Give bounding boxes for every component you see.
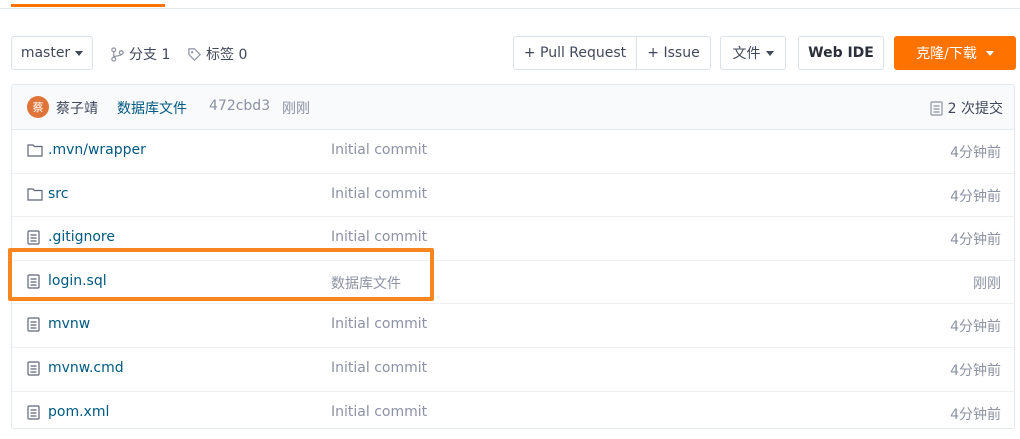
pull-request-label: + Pull Request	[523, 45, 627, 61]
file-icon	[27, 361, 40, 376]
file-time: 4分钟前	[950, 145, 1001, 161]
chevron-down-icon	[985, 50, 994, 56]
file-name[interactable]: mvnw.cmd	[48, 360, 124, 376]
file-commit-message[interactable]: 数据库文件	[331, 273, 401, 293]
pull-request-button[interactable]: + Pull Request	[513, 36, 637, 70]
file-commit-message[interactable]: Initial commit	[331, 229, 427, 245]
chevron-down-icon	[75, 50, 84, 56]
chevron-down-icon	[765, 50, 774, 56]
branch-icon	[111, 46, 124, 62]
branch-select[interactable]: master	[11, 36, 93, 70]
active-tab-indicator	[11, 4, 165, 7]
file-row-mvn-wrapper[interactable]: .mvn/wrapper Initial commit 4分钟前	[12, 130, 1014, 174]
file-commit-message[interactable]: Initial commit	[331, 186, 427, 202]
file-name[interactable]: .gitignore	[48, 229, 115, 245]
latest-commit-bar: 蔡 蔡子靖 数据库文件 472cbd3 刚刚 2 次提交	[12, 85, 1014, 130]
files-dropdown-label: 文件	[732, 46, 761, 62]
issue-button[interactable]: + Issue	[636, 36, 711, 70]
branch-select-label: master	[20, 45, 71, 61]
file-commit-message[interactable]: Initial commit	[331, 360, 427, 376]
file-row-src[interactable]: src Initial commit 4分钟前	[12, 174, 1014, 218]
file-icon	[27, 404, 40, 420]
clone-download-label: 克隆/下载	[916, 46, 977, 62]
file-time: 4分钟前	[950, 232, 1001, 249]
commit-author[interactable]: 蔡子靖	[56, 98, 98, 118]
file-icon	[27, 230, 40, 245]
commit-message[interactable]: 数据库文件	[117, 98, 187, 118]
tag-icon	[188, 47, 201, 61]
file-icon	[27, 274, 40, 289]
branches-link[interactable]: 分支 1	[110, 44, 170, 64]
file-name[interactable]: src	[48, 186, 68, 202]
web-ide-label: Web IDE	[808, 45, 874, 61]
file-commit-message[interactable]: Initial commit	[331, 404, 427, 420]
files-dropdown[interactable]: 文件	[720, 36, 786, 70]
tags-label: 标签 0	[206, 47, 248, 63]
file-row-gitignore[interactable]: .gitignore Initial commit 4分钟前	[12, 217, 1014, 261]
file-row-login-sql[interactable]: login.sql 数据库文件 刚刚	[12, 261, 1014, 305]
web-ide-button[interactable]: Web IDE	[798, 36, 884, 70]
file-name[interactable]: login.sql	[48, 273, 107, 289]
avatar[interactable]: 蔡	[27, 96, 49, 118]
clone-download-button[interactable]: 克隆/下载	[894, 36, 1016, 70]
commit-count-link[interactable]: 2 次提交	[930, 98, 1003, 118]
file-commit-message[interactable]: Initial commit	[331, 142, 427, 158]
repo-toolbar: master 分支 1 标签 0 + Pull Request + Issue …	[0, 36, 1020, 72]
file-list: 蔡 蔡子靖 数据库文件 472cbd3 刚刚 2 次提交 .mvn/wrappe…	[11, 84, 1015, 429]
file-time: 4分钟前	[950, 362, 1001, 379]
commit-time: 刚刚	[282, 101, 310, 117]
commit-hash[interactable]: 472cbd3	[209, 98, 270, 114]
file-time: 4分钟前	[950, 406, 1001, 423]
file-commit-message[interactable]: Initial commit	[331, 316, 427, 332]
file-icon	[27, 317, 40, 332]
file-time: 刚刚	[973, 275, 1001, 292]
branches-label: 分支 1	[129, 47, 171, 63]
commit-count-label: 2 次提交	[947, 101, 1003, 117]
file-name[interactable]: pom.xml	[48, 404, 109, 420]
issue-label: + Issue	[647, 45, 700, 61]
folder-icon	[27, 187, 43, 201]
file-name[interactable]: mvnw	[48, 316, 90, 332]
file-time: 4分钟前	[950, 319, 1001, 336]
file-row-mvnw[interactable]: mvnw Initial commit 4分钟前	[12, 304, 1014, 348]
commits-icon	[930, 100, 943, 116]
tags-link[interactable]: 标签 0	[187, 44, 247, 64]
file-time: 4分钟前	[950, 188, 1001, 205]
file-row-pom-xml[interactable]: pom.xml Initial commit 4分钟前	[12, 392, 1014, 428]
file-row-mvnw-cmd[interactable]: mvnw.cmd Initial commit 4分钟前	[12, 348, 1014, 392]
tab-strip	[0, 0, 1020, 9]
file-name[interactable]: .mvn/wrapper	[48, 142, 146, 158]
folder-icon	[27, 144, 43, 157]
